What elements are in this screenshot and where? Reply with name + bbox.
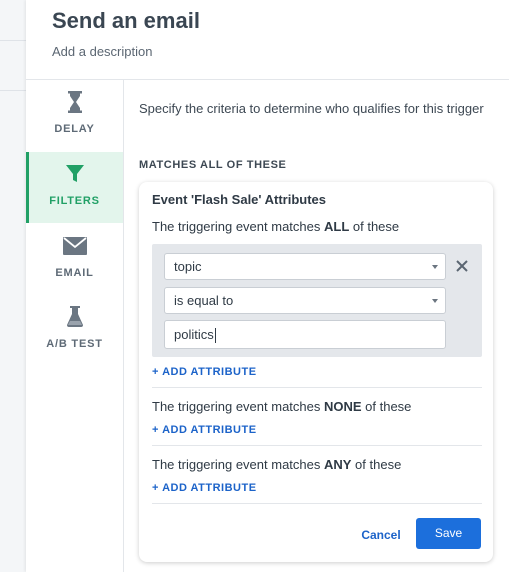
event-attributes-card: Event 'Flash Sale' Attributes The trigge…: [139, 182, 493, 562]
add-attribute-none-link[interactable]: + ADD ATTRIBUTE: [152, 424, 257, 436]
nav-label: FILTERS: [49, 195, 100, 207]
rule-suffix: of these: [361, 399, 412, 414]
add-attribute-any-link[interactable]: + ADD ATTRIBUTE: [152, 482, 257, 494]
rule-keyword: NONE: [323, 399, 362, 414]
card-title: Event 'Flash Sale' Attributes: [152, 192, 327, 207]
attribute-value: topic: [174, 259, 202, 274]
add-attribute-all-link[interactable]: + ADD ATTRIBUTE: [152, 366, 257, 378]
rule-prefix: The triggering event matches: [152, 457, 324, 472]
save-button[interactable]: Save: [416, 518, 481, 549]
page-title[interactable]: Send an email: [52, 8, 200, 34]
panel-header: Send an email Add a description: [26, 0, 509, 80]
trigger-panel: Send an email Add a description DELAY FI…: [26, 0, 509, 572]
nav-label: EMAIL: [55, 267, 94, 279]
hourglass-icon: [26, 90, 123, 114]
rule-all-text: The triggering event matches ALL of thes…: [152, 219, 399, 234]
value-input[interactable]: politics: [164, 320, 446, 349]
flask-icon: [26, 305, 123, 329]
caret-down-icon: [432, 299, 438, 303]
rule-keyword: ALL: [323, 219, 350, 234]
operator-select[interactable]: is equal to: [164, 287, 446, 314]
condition-group: topic is equal to politics: [152, 244, 482, 357]
divider: [152, 503, 482, 504]
nav-item-delay[interactable]: DELAY: [26, 80, 123, 151]
close-icon[interactable]: [454, 258, 470, 274]
attribute-select[interactable]: topic: [164, 253, 446, 280]
nav-label: DELAY: [54, 123, 95, 135]
nav-item-ab-test[interactable]: A/B TEST: [26, 295, 123, 366]
background-page: [0, 0, 26, 572]
step-nav: DELAY FILTERS EMAIL A/B TEST: [26, 80, 124, 572]
nav-item-email[interactable]: EMAIL: [26, 224, 123, 295]
envelope-icon: [26, 234, 123, 258]
nav-label: A/B TEST: [46, 338, 103, 350]
rule-none-text: The triggering event matches NONE of the…: [152, 399, 411, 414]
description-field[interactable]: Add a description: [52, 44, 152, 59]
background-divider: [0, 90, 26, 91]
filters-content: Specify the criteria to determine who qu…: [139, 80, 509, 572]
rule-any-text: The triggering event matches ANY of thes…: [152, 457, 401, 472]
operator-value: is equal to: [174, 293, 234, 308]
rule-keyword: ANY: [323, 457, 352, 472]
background-divider: [0, 40, 26, 41]
rule-suffix: of these: [351, 457, 402, 472]
caret-down-icon: [432, 265, 438, 269]
rule-suffix: of these: [349, 219, 400, 234]
value-text: politics: [174, 327, 214, 342]
nav-item-filters[interactable]: FILTERS: [26, 152, 123, 223]
rule-prefix: The triggering event matches: [152, 219, 324, 234]
intro-text: Specify the criteria to determine who qu…: [139, 101, 484, 116]
funnel-icon: [26, 162, 123, 186]
rule-prefix: The triggering event matches: [152, 399, 324, 414]
text-cursor: [214, 328, 216, 344]
divider: [152, 445, 482, 446]
cancel-button[interactable]: Cancel: [351, 520, 411, 550]
divider: [152, 387, 482, 388]
section-title: MATCHES ALL OF THESE: [139, 159, 287, 171]
